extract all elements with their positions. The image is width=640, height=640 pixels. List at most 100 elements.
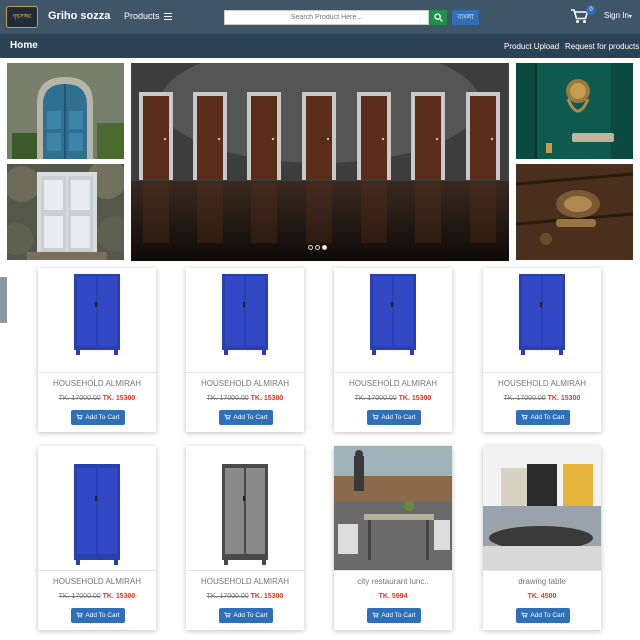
add-to-cart-label: Add To Cart: [530, 414, 565, 421]
products-menu-button[interactable]: Products: [124, 11, 173, 21]
almirah-image[interactable]: [483, 268, 601, 372]
old-price: TK. 17000.00: [354, 395, 397, 402]
cart-count-badge: 0: [586, 5, 596, 15]
almirah-image[interactable]: [186, 446, 304, 570]
product-title[interactable]: city restaurant lunc..: [334, 577, 452, 586]
search-input[interactable]: [224, 10, 429, 25]
add-to-cart-button[interactable]: Add To Cart: [219, 410, 273, 425]
site-logo[interactable]: গৃহসজ্জা: [6, 6, 38, 28]
card-divider: [38, 570, 156, 571]
product-card[interactable]: HOUSEHOLD ALMIRAH TK. 17000.00 TK. 15300 A…: [186, 446, 304, 630]
doors-hallway-image: [131, 63, 509, 261]
add-to-cart-button[interactable]: Add To Cart: [219, 608, 273, 623]
signin-label: Sign In: [604, 11, 629, 20]
almirah-image[interactable]: [38, 268, 156, 372]
add-to-cart-button[interactable]: Add To Cart: [516, 608, 570, 623]
card-divider: [334, 372, 452, 373]
new-price: TK. 15300: [102, 593, 136, 600]
product-card[interactable]: HOUSEHOLD ALMIRAH TK. 17000.00 TK. 15300 A…: [186, 268, 304, 432]
language-toggle-button[interactable]: বাংলা: [452, 10, 479, 25]
products-menu-label: Products: [124, 11, 160, 21]
card-divider: [334, 570, 452, 571]
add-to-cart-button[interactable]: Add To Cart: [367, 608, 421, 623]
wooden-door-handle-image: [516, 164, 633, 260]
new-price: TK. 15300: [398, 395, 432, 402]
hero-tile-blue-door[interactable]: [7, 63, 124, 159]
nav-request-products-link[interactable]: Request for products: [565, 42, 639, 51]
add-to-cart-label: Add To Cart: [381, 612, 416, 619]
product-card[interactable]: HOUSEHOLD ALMIRAH TK. 17000.00 TK. 15300 A…: [483, 268, 601, 432]
new-price: TK. 5994: [378, 593, 408, 600]
add-to-cart-label: Add To Cart: [85, 414, 120, 421]
product-card[interactable]: drawing table TK. 4500 Add To Cart: [483, 446, 601, 630]
old-price: TK. 17000.00: [206, 395, 249, 402]
signin-dropdown[interactable]: Sign In▾: [604, 11, 632, 20]
slider-dot-active[interactable]: [322, 245, 327, 250]
hero-tile-white-door[interactable]: [7, 164, 124, 260]
side-feedback-tab[interactable]: [0, 277, 7, 323]
white-door-image: [7, 164, 124, 260]
product-title[interactable]: HOUSEHOLD ALMIRAH: [186, 577, 304, 586]
add-to-cart-button[interactable]: Add To Cart: [516, 410, 570, 425]
product-title[interactable]: HOUSEHOLD ALMIRAH: [38, 379, 156, 388]
card-divider: [483, 372, 601, 373]
card-divider: [483, 570, 601, 571]
card-divider: [186, 570, 304, 571]
product-card[interactable]: HOUSEHOLD ALMIRAH TK. 17000.00 TK. 15300 A…: [334, 268, 452, 432]
product-title[interactable]: HOUSEHOLD ALMIRAH: [186, 379, 304, 388]
new-price: TK. 15300: [547, 395, 581, 402]
new-price: TK. 15300: [250, 395, 284, 402]
card-divider: [38, 372, 156, 373]
brand-name[interactable]: Griho sozza: [48, 10, 110, 22]
caret-down-icon: ▾: [628, 14, 632, 20]
card-divider: [186, 372, 304, 373]
add-to-cart-label: Add To Cart: [233, 414, 268, 421]
product-price: TK. 5994: [334, 593, 452, 600]
new-price: TK. 15300: [102, 395, 136, 402]
slider-dot[interactable]: [308, 245, 313, 250]
add-to-cart-label: Add To Cart: [85, 612, 120, 619]
new-price: TK. 4500: [527, 593, 557, 600]
restaurant-furniture-image[interactable]: [334, 446, 452, 570]
old-price: TK. 17000.00: [58, 395, 101, 402]
slider-dots: [308, 237, 329, 255]
green-door-knocker-image: [516, 63, 633, 159]
hero-tile-wood-door[interactable]: [516, 164, 633, 260]
add-to-cart-label: Add To Cart: [381, 414, 416, 421]
top-header: গৃহসজ্জা Griho sozza Products বাংলা 0 Si…: [0, 0, 640, 34]
product-card[interactable]: HOUSEHOLD ALMIRAH TK. 17000.00 TK. 15300 A…: [38, 446, 156, 630]
product-card[interactable]: city restaurant lunc.. TK. 5994 Add To Car…: [334, 446, 452, 630]
product-price: TK. 17000.00 TK. 15300: [186, 593, 304, 600]
product-title[interactable]: HOUSEHOLD ALMIRAH: [38, 577, 156, 586]
secondary-nav: Home Product Upload Request for products: [0, 34, 640, 58]
hero-slider[interactable]: [131, 63, 509, 261]
old-price: TK. 17000.00: [58, 593, 101, 600]
product-title[interactable]: HOUSEHOLD ALMIRAH: [483, 379, 601, 388]
old-price: TK. 17000.00: [206, 593, 249, 600]
slider-dot[interactable]: [315, 245, 320, 250]
add-to-cart-button[interactable]: Add To Cart: [71, 410, 125, 425]
product-card[interactable]: HOUSEHOLD ALMIRAH TK. 17000.00 TK. 15300 A…: [38, 268, 156, 432]
almirah-image[interactable]: [334, 268, 452, 372]
product-price: TK. 17000.00 TK. 15300: [186, 395, 304, 402]
product-price: TK. 17000.00 TK. 15300: [334, 395, 452, 402]
product-title[interactable]: HOUSEHOLD ALMIRAH: [334, 379, 452, 388]
almirah-image[interactable]: [38, 446, 156, 570]
hamburger-icon: [164, 13, 173, 20]
add-to-cart-label: Add To Cart: [530, 612, 565, 619]
drawing-table-image[interactable]: [483, 446, 601, 570]
product-price: TK. 17000.00 TK. 15300: [38, 593, 156, 600]
product-price: TK. 17000.00 TK. 15300: [38, 395, 156, 402]
search-button[interactable]: [429, 10, 447, 25]
blue-door-image: [7, 63, 124, 159]
nav-home-link[interactable]: Home: [10, 40, 38, 51]
nav-product-upload-link[interactable]: Product Upload: [504, 42, 559, 51]
almirah-image[interactable]: [186, 268, 304, 372]
add-to-cart-button[interactable]: Add To Cart: [71, 608, 125, 623]
product-title[interactable]: drawing table: [483, 577, 601, 586]
hero-tile-green-door[interactable]: [516, 63, 633, 159]
old-price: TK. 17000.00: [503, 395, 546, 402]
new-price: TK. 15300: [250, 593, 284, 600]
add-to-cart-button[interactable]: Add To Cart: [367, 410, 421, 425]
product-price: TK. 17000.00 TK. 15300: [483, 395, 601, 402]
